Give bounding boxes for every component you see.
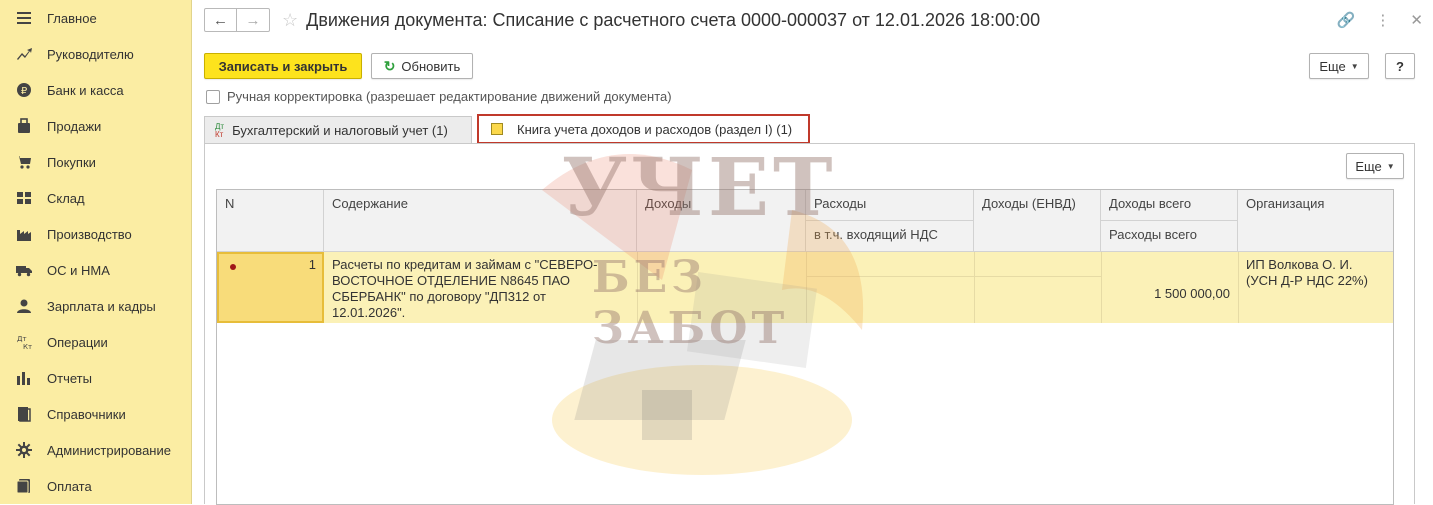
factory-icon: [14, 224, 34, 244]
sidebar-item-purchases[interactable]: Покупки: [0, 144, 191, 180]
bar-chart-icon: [14, 368, 34, 388]
cart-icon: [14, 152, 34, 172]
row-divider: [637, 252, 638, 323]
sidebar: Главное Руководителю ₽ Банк и касса Прод…: [0, 0, 192, 504]
sidebar-item-label: Руководителю: [47, 46, 134, 62]
sidebar-item-label: Операции: [47, 334, 108, 350]
cell-expenses-total: 1 500 000,00: [1154, 286, 1230, 301]
link-icon[interactable]: 🔗: [1337, 11, 1356, 29]
back-button[interactable]: ←: [204, 8, 237, 32]
svg-text:Дт: Дт: [17, 335, 27, 343]
svg-text:₽: ₽: [21, 86, 28, 97]
sidebar-item-payment[interactable]: Оплата: [0, 468, 191, 504]
movements-table: N Содержание Доходы Расходы в т.ч. входя…: [216, 189, 1394, 505]
manual-correction-row: Ручная корректировка (разрешает редактир…: [206, 89, 672, 104]
cell-content: Расчеты по кредитам и займам с "СЕВЕРО-В…: [332, 257, 598, 320]
manual-correction-label: Ручная корректировка (разрешает редактир…: [227, 89, 672, 104]
column-header-expenses[interactable]: Расходы: [806, 190, 974, 221]
tab-income-expense-book[interactable]: Книга учета доходов и расходов (раздел I…: [477, 114, 810, 144]
book-icon: [491, 123, 503, 135]
sidebar-item-operations[interactable]: Дт Кт Операции: [0, 324, 191, 360]
sidebar-item-label: Покупки: [47, 154, 96, 170]
sidebar-item-label: Склад: [47, 190, 85, 206]
manual-correction-checkbox[interactable]: [206, 89, 220, 104]
sidebar-item-references[interactable]: Справочники: [0, 396, 191, 432]
save-and-close-button[interactable]: Записать и закрыть: [204, 53, 362, 79]
truck-icon: [14, 260, 34, 280]
sidebar-item-label: Справочники: [47, 406, 126, 422]
sidebar-item-label: Банк и касса: [47, 82, 124, 98]
sidebar-item-label: Зарплата и кадры: [47, 298, 156, 314]
book-icon: [14, 404, 34, 424]
column-header-content[interactable]: Содержание: [324, 190, 637, 252]
window-controls: 🔗 ⋮ ✕: [1337, 6, 1423, 34]
svg-text:Кт: Кт: [23, 343, 32, 350]
panel-more-button[interactable]: Еще ▼: [1346, 153, 1404, 179]
sidebar-item-label: Главное: [47, 10, 97, 26]
sidebar-item-warehouse[interactable]: Склад: [0, 180, 191, 216]
refresh-button[interactable]: ↻ Обновить: [371, 53, 473, 79]
column-header-expenses-vat[interactable]: в т.ч. входящий НДС: [806, 221, 974, 252]
row-divider: [806, 252, 807, 323]
sidebar-item-label: Оплата: [47, 478, 92, 494]
more-vertical-icon[interactable]: ⋮: [1375, 11, 1390, 29]
sidebar-item-main[interactable]: Главное: [0, 0, 191, 36]
close-icon[interactable]: ✕: [1410, 11, 1423, 29]
trend-icon: [14, 44, 34, 64]
sidebar-item-label: Продажи: [47, 118, 102, 134]
more-label: Еще: [1355, 158, 1382, 174]
tab-accounting[interactable]: Дт Кт Бухгалтерский и налоговый учет (1): [204, 116, 472, 144]
sidebar-item-label: Отчеты: [47, 370, 92, 386]
bag-icon: [14, 116, 34, 136]
card-icon: [14, 476, 34, 496]
refresh-label: Обновить: [401, 58, 461, 74]
person-icon: [14, 296, 34, 316]
tab-label: Бухгалтерский и налоговый учет (1): [232, 123, 448, 138]
chevron-down-icon: ▼: [1350, 61, 1359, 71]
column-header-income-total[interactable]: Доходы всего: [1101, 190, 1238, 221]
chevron-down-icon: ▼: [1386, 161, 1395, 171]
toolbar: Записать и закрыть ↻ Обновить Еще ▼ ?: [204, 53, 1415, 81]
cell-n: 1: [308, 257, 316, 272]
refresh-icon: ↻: [383, 57, 396, 74]
row-divider: [806, 276, 1101, 277]
dt-kt-icon: Дт Кт: [14, 332, 34, 352]
forward-button[interactable]: →: [237, 8, 270, 32]
sidebar-item-admin[interactable]: Администрирование: [0, 432, 191, 468]
column-header-income-envd[interactable]: Доходы (ЕНВД): [974, 190, 1101, 252]
sidebar-item-reports[interactable]: Отчеты: [0, 360, 191, 396]
title-bar: ← → ☆ Движения документа: Списание с рас…: [204, 6, 1423, 34]
favorite-star-icon[interactable]: ☆: [282, 10, 298, 31]
main-area: ← → ☆ Движения документа: Списание с рас…: [192, 0, 1433, 505]
ruble-icon: ₽: [14, 80, 34, 100]
menu-icon: [14, 8, 34, 28]
dt-kt-icon: Дт Кт: [215, 121, 225, 139]
more-label: Еще: [1319, 58, 1346, 74]
sidebar-item-assets[interactable]: ОС и НМА: [0, 252, 191, 288]
column-header-n[interactable]: N: [217, 190, 324, 252]
more-button[interactable]: Еще ▼: [1309, 53, 1369, 79]
sidebar-item-manager[interactable]: Руководителю: [0, 36, 191, 72]
page-title: Движения документа: Списание с расчетног…: [306, 9, 1041, 30]
gear-icon: [14, 440, 34, 460]
sidebar-item-salary[interactable]: Зарплата и кадры: [0, 288, 191, 324]
sidebar-item-sales[interactable]: Продажи: [0, 108, 191, 144]
column-header-organization[interactable]: Организация: [1238, 190, 1393, 252]
warehouse-icon: [14, 188, 34, 208]
tab-panel: Еще ▼ N Содержание Доходы Расходы в т.ч.…: [204, 143, 1415, 505]
sidebar-item-label: Производство: [47, 226, 132, 242]
column-header-income[interactable]: Доходы: [637, 190, 806, 252]
cell-organization: ИП Волкова О. И. (УСН Д-Р НДС 22%): [1246, 257, 1368, 288]
sidebar-item-label: Администрирование: [47, 442, 171, 458]
tab-label: Книга учета доходов и расходов (раздел I…: [517, 121, 793, 137]
column-header-expenses-total[interactable]: Расходы всего: [1101, 221, 1238, 252]
sidebar-item-label: ОС и НМА: [47, 262, 110, 278]
sidebar-item-bank[interactable]: ₽ Банк и касса: [0, 72, 191, 108]
sidebar-item-production[interactable]: Производство: [0, 216, 191, 252]
row-divider: [974, 252, 975, 323]
help-button[interactable]: ?: [1385, 53, 1415, 79]
